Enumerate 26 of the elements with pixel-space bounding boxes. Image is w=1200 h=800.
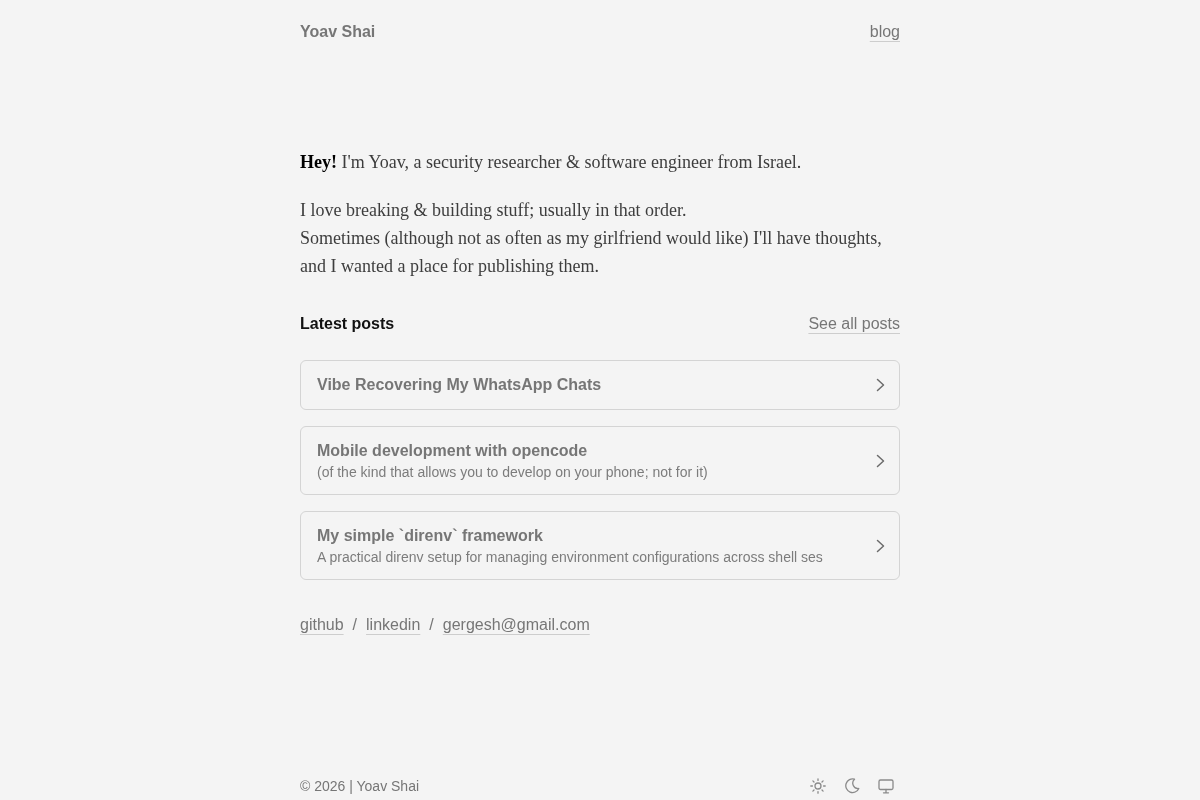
profile-link[interactable]: linkedin	[366, 613, 421, 637]
post-description: (of the kind that allows you to develop on your phone; not for it)	[317, 463, 708, 482]
sun-icon[interactable]	[810, 778, 826, 794]
post-card[interactable]: My simple `direnv` framework A practical direnv setup for managing environment configurations across shell ses	[300, 511, 900, 580]
link-separator: /	[429, 615, 434, 635]
profile-link[interactable]: github	[300, 613, 344, 637]
copyright-text: © 2026 | Yoav Shai	[300, 777, 420, 795]
post-title: My simple `direnv` framework	[317, 526, 543, 546]
chevron-right-icon	[876, 378, 885, 392]
monitor-icon[interactable]	[878, 778, 894, 794]
link-separator: /	[352, 615, 358, 635]
post-title: Vibe Recovering My WhatsApp Chats	[317, 375, 602, 395]
intro-paragraph: Hey! I'm Yoav, a security researcher & software engineer from Israel.	[300, 151, 803, 174]
see-all-link[interactable]: See all posts	[808, 314, 900, 334]
post-title: Mobile development with opencode	[317, 441, 588, 461]
post-card[interactable]: Mobile development with opencode (of the kind that allows you to develop on your phone; not for it)	[300, 426, 900, 495]
moon-icon[interactable]	[844, 778, 860, 794]
post-description: A practical direnv setup for managing environment configurations across shell ses	[317, 548, 823, 567]
section-heading: Latest posts	[300, 314, 395, 334]
chevron-right-icon	[876, 453, 885, 468]
profile-link[interactable]: gergesh@gmail.com	[442, 613, 590, 637]
chevron-right-icon	[876, 538, 885, 553]
site-title[interactable]: Yoav Shai	[300, 22, 376, 42]
post-card[interactable]: Vibe Recovering My WhatsApp Chats	[300, 360, 900, 410]
nav-link[interactable]: blog	[869, 22, 900, 42]
intro-paragraph: I love breaking & building stuff; usually in that order. Sometimes (although not as often as my girlfriend would like) I'll have thoughts, and I wanted a place for publishing them.	[300, 199, 883, 278]
